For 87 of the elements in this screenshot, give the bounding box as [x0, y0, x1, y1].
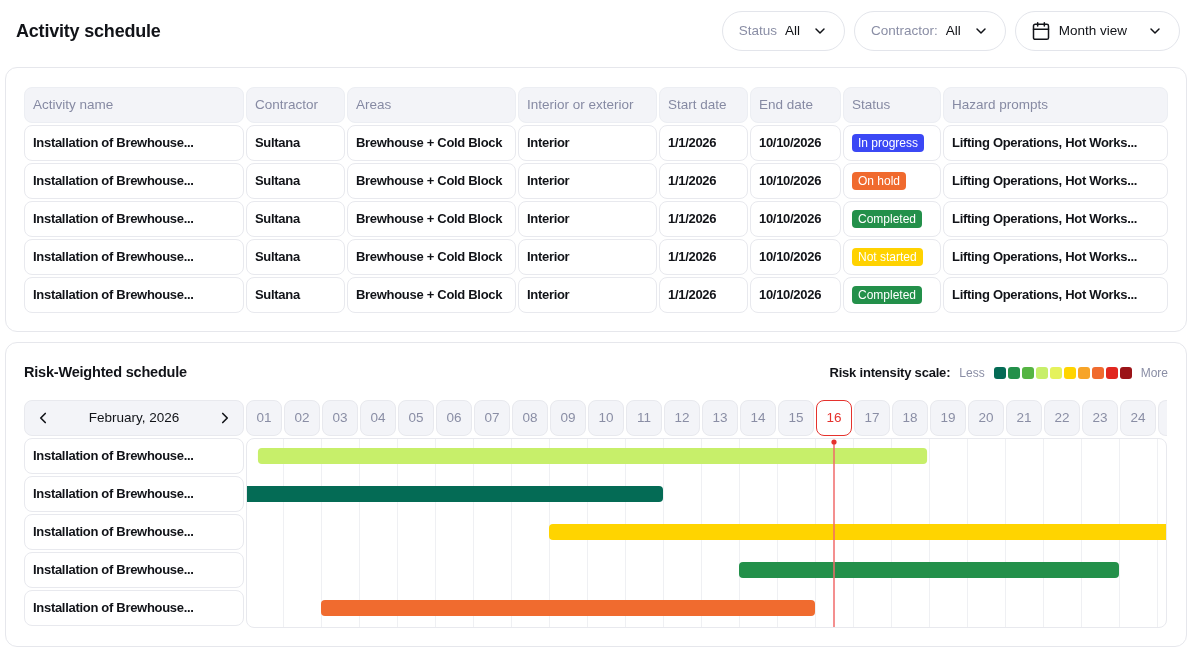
- filter-dropdown[interactable]: Contractor: All: [853, 11, 1006, 51]
- activity-label: Installation of Brewhouse...: [24, 476, 244, 512]
- day-header: 11: [626, 400, 662, 436]
- day-header: 18: [892, 400, 928, 436]
- status-badge: In progress: [852, 134, 925, 152]
- table-cell: 10/10/2026: [750, 239, 841, 275]
- day-header: 21: [1006, 400, 1042, 436]
- table-cell: 1/1/2026: [659, 239, 748, 275]
- activity-label: Installation of Brewhouse...: [24, 552, 244, 588]
- table-cell: 10/10/2026: [750, 125, 841, 161]
- day-header: 02: [284, 400, 320, 436]
- page-title: Activity schedule: [16, 19, 161, 43]
- table-cell: Sultana: [246, 201, 345, 237]
- table-cell: 10/10/2026: [750, 163, 841, 199]
- table-cell: Brewhouse + Cold Block: [347, 163, 516, 199]
- table-cell: 1/1/2026: [659, 163, 748, 199]
- day-header: 15: [778, 400, 814, 436]
- column-header: Contractor: [246, 87, 345, 123]
- day-header: 24: [1120, 400, 1156, 436]
- calendar-icon: [1030, 21, 1051, 41]
- legend-label: Risk intensity scale:: [829, 364, 951, 383]
- column-header: Start date: [659, 87, 748, 123]
- day-header: 06: [436, 400, 472, 436]
- table-cell: Interior: [518, 201, 657, 237]
- table-cell: Sultana: [246, 163, 345, 199]
- day-header: 16: [816, 400, 852, 436]
- day-header: 01: [246, 400, 282, 436]
- day-header: 13: [702, 400, 738, 436]
- day-header: 05: [398, 400, 434, 436]
- table-cell: Interior: [518, 239, 657, 275]
- day-header: 09: [550, 400, 586, 436]
- table-cell: Brewhouse + Cold Block: [347, 201, 516, 237]
- view-dropdown[interactable]: Month view: [1014, 11, 1180, 51]
- table-cell: Sultana: [246, 277, 345, 313]
- day-header: 23: [1082, 400, 1118, 436]
- table-cell: 10/10/2026: [750, 277, 841, 313]
- table-cell: 1/1/2026: [659, 277, 748, 313]
- day-header: 19: [930, 400, 966, 436]
- status-badge: Completed: [852, 286, 923, 304]
- legend-more-label: More: [1140, 365, 1168, 382]
- activity-label: Installation of Brewhouse...: [24, 590, 244, 626]
- column-header: Hazard prompts: [943, 87, 1168, 123]
- table-cell: Lifting Operations, Hot Works...: [943, 201, 1168, 237]
- table-cell: Interior: [518, 125, 657, 161]
- table-cell: Lifting Operations, Hot Works...: [943, 239, 1168, 275]
- day-header: 12: [664, 400, 700, 436]
- status-badge: On hold: [852, 172, 907, 190]
- day-header: 22: [1044, 400, 1080, 436]
- table-cell: Interior: [518, 277, 657, 313]
- table-cell: Brewhouse + Cold Block: [347, 125, 516, 161]
- table-cell: Lifting Operations, Hot Works...: [943, 277, 1168, 313]
- filter-dropdown[interactable]: Status All: [721, 11, 845, 51]
- table-cell: Sultana: [246, 125, 345, 161]
- day-header: 03: [322, 400, 358, 436]
- table-cell: Installation of Brewhouse...: [24, 239, 244, 275]
- legend-less-label: Less: [959, 365, 985, 382]
- column-header: Areas: [347, 87, 516, 123]
- column-header: Status: [843, 87, 941, 123]
- table-cell: Lifting Operations, Hot Works...: [943, 125, 1168, 161]
- table-cell: Installation of Brewhouse...: [24, 163, 244, 199]
- table-cell: Brewhouse + Cold Block: [347, 239, 516, 275]
- activity-label: Installation of Brewhouse...: [24, 438, 244, 474]
- day-header: 14: [740, 400, 776, 436]
- table-cell: 1/1/2026: [659, 201, 748, 237]
- table-cell: Brewhouse + Cold Block: [347, 277, 516, 313]
- table-cell: Interior: [518, 163, 657, 199]
- day-header: 10: [588, 400, 624, 436]
- column-header: Interior or exterior: [518, 87, 657, 123]
- status-badge: Not started: [852, 248, 923, 266]
- day-header: 17: [854, 400, 890, 436]
- table-cell: 10/10/2026: [750, 201, 841, 237]
- column-header: End date: [750, 87, 841, 123]
- table-cell: Installation of Brewhouse...: [24, 125, 244, 161]
- table-cell: Installation of Brewhouse...: [24, 201, 244, 237]
- day-header: 04: [360, 400, 396, 436]
- table-cell: Sultana: [246, 239, 345, 275]
- table-cell: 1/1/2026: [659, 125, 748, 161]
- table-cell: Lifting Operations, Hot Works...: [943, 163, 1168, 199]
- section-title: Risk-Weighted schedule: [24, 363, 187, 383]
- day-header: 07: [474, 400, 510, 436]
- table-cell: Installation of Brewhouse...: [24, 277, 244, 313]
- day-header: 08: [512, 400, 548, 436]
- month-label: February, 2026: [88, 408, 180, 427]
- activity-label: Installation of Brewhouse...: [24, 514, 244, 550]
- status-badge: Completed: [852, 210, 923, 228]
- column-header: Activity name: [24, 87, 244, 123]
- day-header: 20: [968, 400, 1004, 436]
